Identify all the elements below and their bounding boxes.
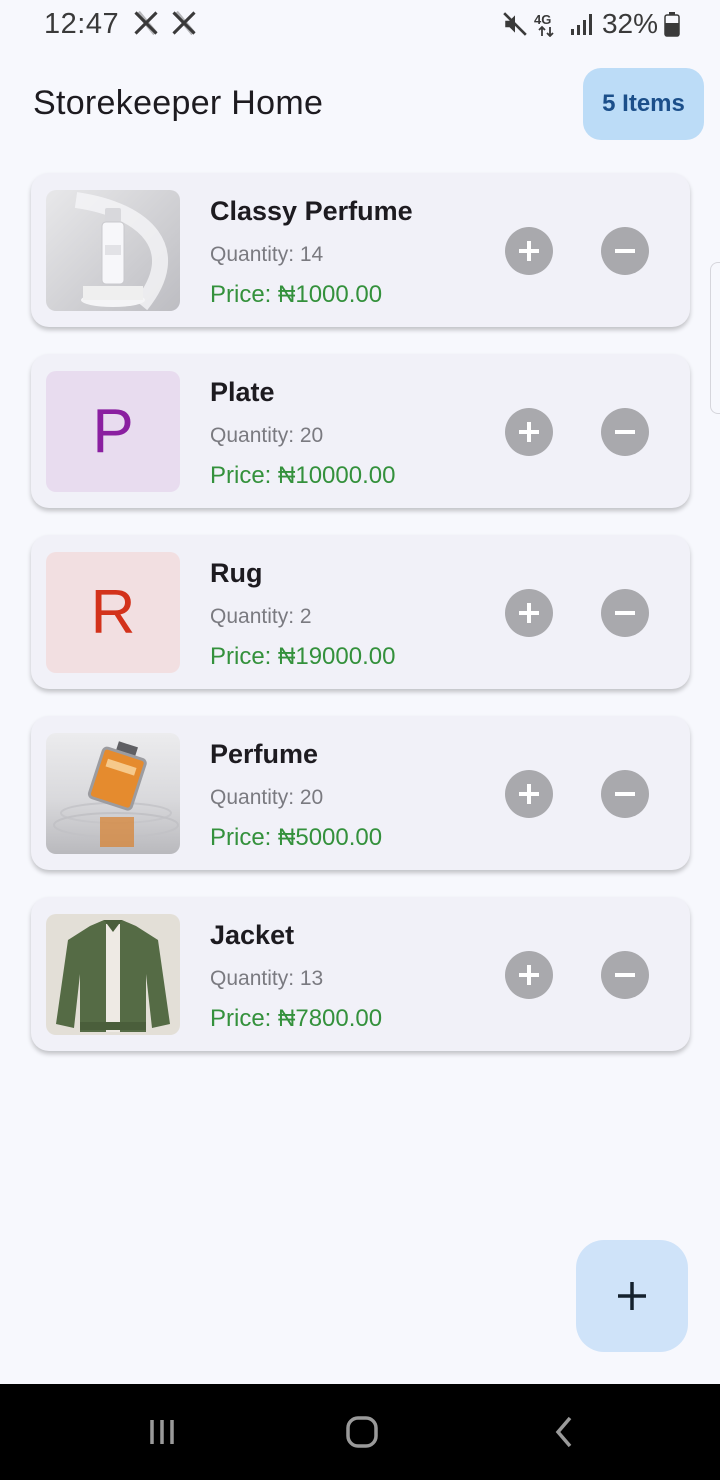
avatar-letter: P bbox=[92, 396, 134, 466]
status-bar: 12:47 4G 32% bbox=[0, 0, 720, 52]
perfume-bottle-image bbox=[53, 741, 179, 847]
svg-text:4G: 4G bbox=[534, 12, 551, 27]
add-icon bbox=[618, 1282, 646, 1310]
product-price: Price: ₦19000.00 bbox=[210, 643, 396, 670]
avatar-letter: R bbox=[90, 577, 136, 647]
x-icon bbox=[134, 10, 158, 36]
increase-quantity-button[interactable] bbox=[505, 589, 553, 637]
jacket-image bbox=[56, 920, 170, 1032]
product-price: Price: ₦5000.00 bbox=[210, 824, 383, 851]
decrease-quantity-button[interactable] bbox=[601, 589, 649, 637]
product-card[interactable]: R Rug Quantity: 2 Price: ₦19000.00 bbox=[31, 535, 690, 689]
product-name: Plate bbox=[210, 377, 275, 407]
back-icon bbox=[555, 1416, 572, 1448]
product-thumbnail bbox=[46, 914, 180, 1035]
status-icons: 4G 32% bbox=[502, 8, 680, 40]
product-name: Perfume bbox=[210, 739, 319, 769]
increase-quantity-button[interactable] bbox=[505, 227, 553, 275]
decrease-quantity-button[interactable] bbox=[601, 227, 649, 275]
increase-quantity-button[interactable] bbox=[505, 408, 553, 456]
recents-icon bbox=[150, 1420, 174, 1444]
product-thumbnail: R bbox=[46, 552, 180, 673]
minus-circle-icon bbox=[615, 249, 635, 253]
decrease-quantity-button[interactable] bbox=[601, 408, 649, 456]
mute-icon bbox=[503, 12, 527, 36]
product-price: Price: ₦1000.00 bbox=[210, 281, 383, 308]
home-button[interactable] bbox=[342, 1412, 382, 1452]
system-nav-bar bbox=[0, 1384, 720, 1480]
recents-button[interactable] bbox=[142, 1412, 182, 1452]
battery-icon bbox=[664, 12, 680, 37]
product-card[interactable]: Perfume Quantity: 20 Price: ₦5000.00 bbox=[31, 716, 690, 870]
product-card[interactable]: P Plate Quantity: 20 Price: ₦10000.00 bbox=[31, 354, 690, 508]
product-quantity: Quantity: 14 bbox=[210, 243, 324, 266]
minus-circle-icon bbox=[615, 611, 635, 615]
decrease-quantity-button[interactable] bbox=[601, 951, 649, 999]
back-button[interactable] bbox=[544, 1412, 584, 1452]
signal-icon bbox=[570, 14, 592, 35]
product-list: Classy Perfume Quantity: 14 Price: ₦1000… bbox=[31, 173, 690, 1078]
product-quantity: Quantity: 20 bbox=[210, 786, 324, 809]
plus-circle-icon bbox=[519, 422, 539, 442]
item-count-chip[interactable]: 5 Items bbox=[583, 68, 704, 140]
plus-circle-icon bbox=[519, 784, 539, 804]
add-product-button[interactable] bbox=[576, 1240, 688, 1352]
increase-quantity-button[interactable] bbox=[505, 770, 553, 818]
status-time: 12:47 bbox=[44, 8, 120, 40]
product-quantity: Quantity: 20 bbox=[210, 424, 324, 447]
minus-circle-icon bbox=[615, 792, 635, 796]
product-card[interactable]: Classy Perfume Quantity: 14 Price: ₦1000… bbox=[31, 173, 690, 327]
edge-panel-handle[interactable] bbox=[710, 262, 720, 414]
plus-circle-icon bbox=[519, 965, 539, 985]
battery-percent: 32% bbox=[601, 8, 658, 39]
product-quantity: Quantity: 2 bbox=[210, 605, 312, 628]
product-name: Classy Perfume bbox=[210, 196, 413, 226]
product-thumbnail bbox=[46, 190, 180, 311]
product-price: Price: ₦7800.00 bbox=[210, 1005, 383, 1032]
lte-icon: 4G bbox=[534, 12, 554, 37]
product-name: Jacket bbox=[210, 920, 295, 950]
increase-quantity-button[interactable] bbox=[505, 951, 553, 999]
plus-circle-icon bbox=[519, 603, 539, 623]
minus-circle-icon bbox=[615, 430, 635, 434]
product-price: Price: ₦10000.00 bbox=[210, 462, 396, 489]
product-quantity: Quantity: 13 bbox=[210, 967, 324, 990]
product-name: Rug bbox=[210, 558, 263, 588]
product-thumbnail bbox=[46, 733, 180, 854]
decrease-quantity-button[interactable] bbox=[601, 770, 649, 818]
perfume-bottle-image bbox=[74, 192, 168, 311]
home-icon bbox=[346, 1416, 378, 1448]
product-card[interactable]: Jacket Quantity: 13 Price: ₦7800.00 bbox=[31, 897, 690, 1051]
minus-circle-icon bbox=[615, 973, 635, 977]
x-icon bbox=[172, 10, 196, 36]
plus-circle-icon bbox=[519, 241, 539, 261]
page-title: Storekeeper Home bbox=[33, 84, 324, 122]
product-thumbnail: P bbox=[46, 371, 180, 492]
